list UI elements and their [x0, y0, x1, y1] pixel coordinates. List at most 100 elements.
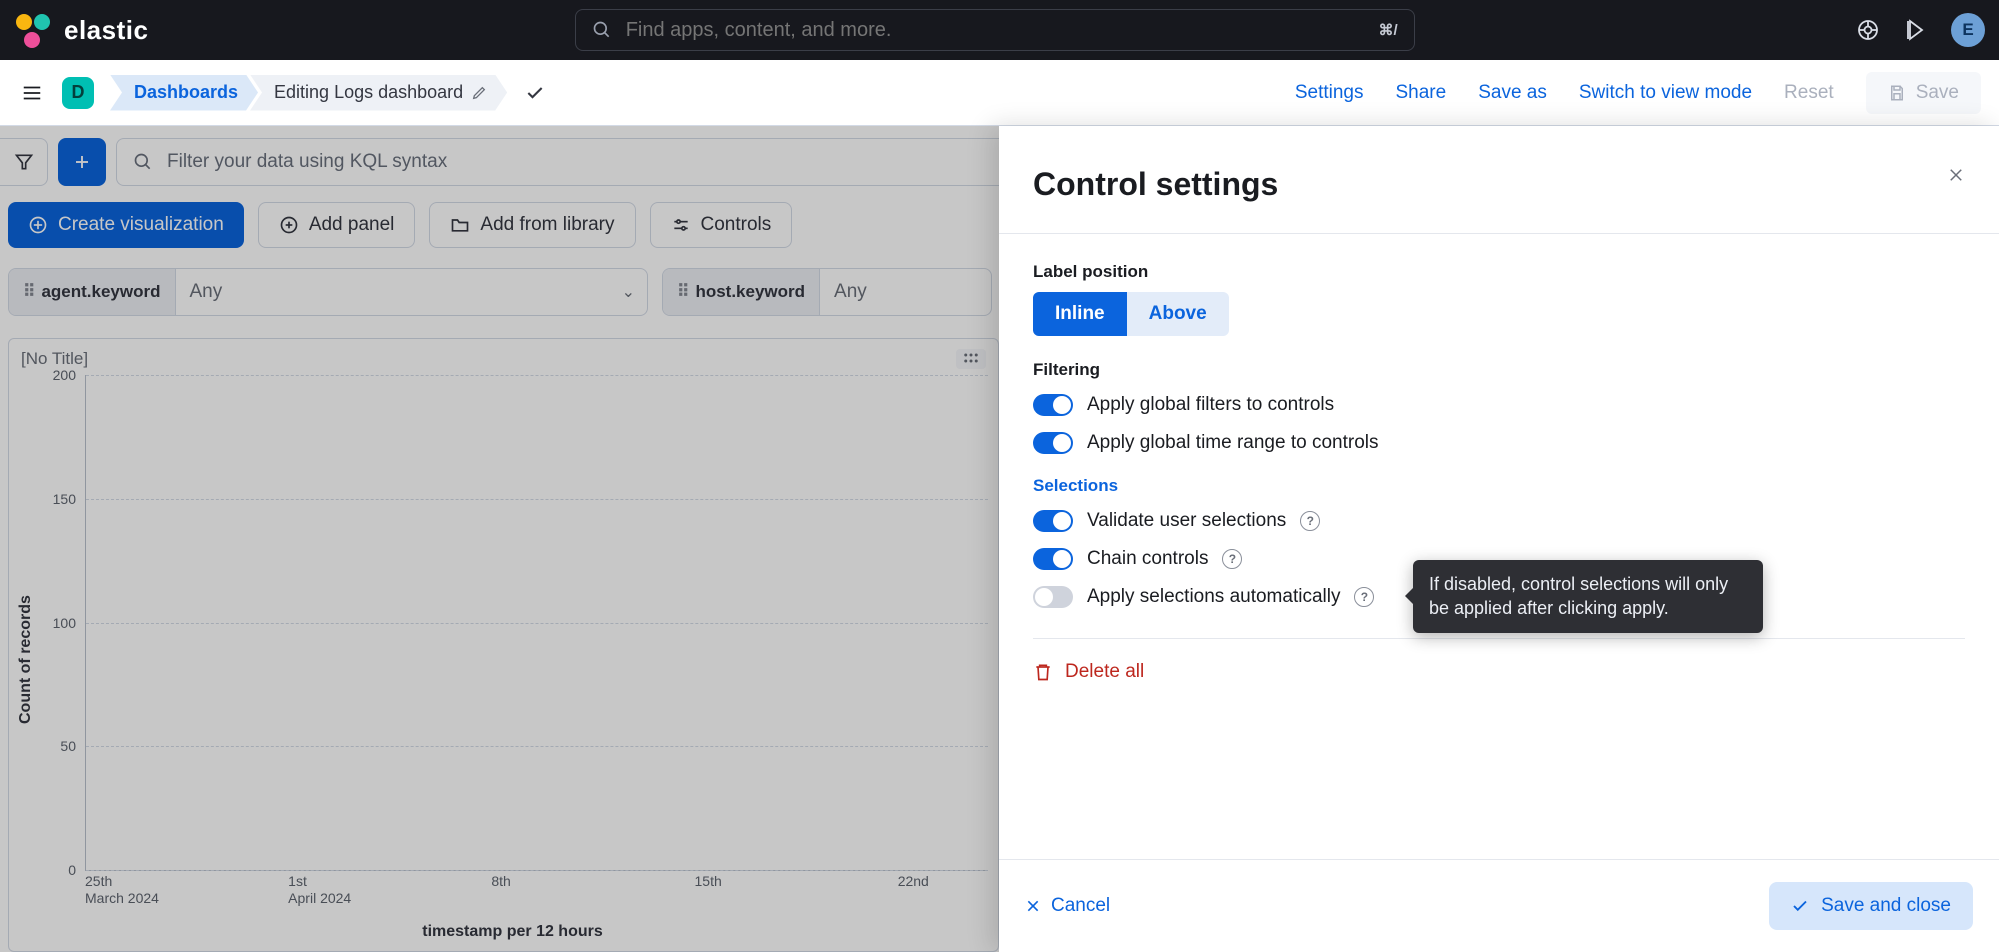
filter-icon-button[interactable]: [0, 138, 48, 186]
flyout-title: Control settings: [1033, 166, 1278, 203]
switch-apply-global-filters[interactable]: [1033, 394, 1073, 416]
share-link[interactable]: Share: [1396, 82, 1447, 104]
breadcrumb-current[interactable]: Editing Logs dashboard: [250, 75, 507, 111]
cancel-label: Cancel: [1051, 895, 1110, 917]
controls-button[interactable]: Controls: [650, 202, 793, 248]
control-label[interactable]: ⠿ agent.keyword: [9, 269, 176, 315]
control-label-text: host.keyword: [695, 282, 805, 302]
x-tick: 1stApril 2024: [288, 873, 351, 907]
elastic-logo-icon: [14, 12, 50, 48]
toggle-apply-global-filters: Apply global filters to controls: [1033, 386, 1965, 424]
check-icon: [1791, 897, 1809, 915]
plot-area: 050100150200: [85, 375, 988, 871]
close-icon[interactable]: [1947, 166, 1965, 184]
help-icon[interactable]: [1855, 17, 1881, 43]
news-icon[interactable]: [1903, 17, 1929, 43]
delete-all-label: Delete all: [1065, 661, 1144, 683]
divider: [1033, 638, 1965, 639]
controls-label: Controls: [701, 214, 772, 236]
chevron-down-icon: ⌄: [610, 282, 647, 302]
y-axis-label: Count of records: [15, 375, 37, 945]
add-panel-label: Add panel: [309, 214, 395, 236]
switch-validate-selections[interactable]: [1033, 510, 1073, 532]
y-tick: 200: [53, 367, 76, 383]
cancel-button[interactable]: Cancel: [1025, 895, 1110, 917]
delete-all-button[interactable]: Delete all: [1033, 661, 1965, 683]
label-position-inline[interactable]: Inline: [1033, 292, 1127, 336]
settings-link[interactable]: Settings: [1295, 82, 1364, 104]
dashboard-canvas: Filter your data using KQL syntax Create…: [0, 126, 999, 952]
pencil-icon: [471, 85, 487, 101]
selections-section-title[interactable]: Selections: [1033, 476, 1965, 496]
breadcrumb-current-label: Editing Logs dashboard: [274, 82, 463, 103]
toggle-label: Apply global filters to controls: [1087, 394, 1334, 416]
y-tick: 0: [68, 862, 76, 878]
toggle-apply-global-time: Apply global time range to controls: [1033, 424, 1965, 462]
label-position-above[interactable]: Above: [1127, 292, 1229, 336]
flyout-footer: Cancel Save and close: [999, 859, 1999, 952]
x-tick: 8th: [491, 873, 510, 890]
toggle-apply-auto: Apply selections automatically ? If disa…: [1033, 578, 1965, 616]
controls-row: ⠿agent.keyword Any ⌄ ⠿host.keyword Any: [0, 248, 999, 316]
x-axis: 25thMarch 20241stApril 20248th15th22nd: [85, 871, 988, 923]
global-search-input[interactable]: [626, 19, 1365, 42]
tooltip: If disabled, control selections will onl…: [1413, 560, 1763, 633]
plus-icon: [73, 153, 91, 171]
add-from-library-button[interactable]: Add from library: [429, 202, 635, 248]
help-tooltip-icon[interactable]: ?: [1354, 587, 1374, 607]
create-visualization-button[interactable]: Create visualization: [8, 202, 244, 248]
switch-apply-auto[interactable]: [1033, 586, 1073, 608]
y-tick: 50: [60, 738, 76, 754]
visualization-panel: [No Title] Count of records 050100150200…: [8, 338, 999, 952]
x-tick: 25thMarch 2024: [85, 873, 159, 907]
reset-link[interactable]: Reset: [1784, 82, 1834, 104]
save-button[interactable]: Save: [1866, 72, 1981, 114]
global-search[interactable]: ⌘/: [575, 9, 1415, 51]
panel-menu-icon[interactable]: [956, 349, 986, 369]
save-and-close-button[interactable]: Save and close: [1769, 882, 1973, 930]
control-host-keyword[interactable]: ⠿host.keyword Any: [662, 268, 992, 316]
y-tick: 150: [53, 491, 76, 507]
switch-chain-controls[interactable]: [1033, 548, 1073, 570]
breadcrumb-dashboards[interactable]: Dashboards: [110, 75, 258, 111]
control-settings-flyout: Control settings Label position Inline A…: [999, 126, 1999, 952]
search-icon: [592, 20, 612, 40]
kql-placeholder: Filter your data using KQL syntax: [167, 151, 447, 173]
toggle-label: Apply global time range to controls: [1087, 432, 1379, 454]
save-as-link[interactable]: Save as: [1478, 82, 1547, 104]
grip-icon: ⠿: [23, 282, 33, 302]
create-visualization-label: Create visualization: [58, 214, 224, 236]
add-panel-button[interactable]: Add panel: [258, 202, 416, 248]
check-icon[interactable]: [525, 83, 545, 103]
app-badge[interactable]: D: [62, 77, 94, 109]
panel-title: [No Title]: [21, 349, 88, 369]
search-shortcut: ⌘/: [1379, 21, 1398, 39]
filter-icon: [14, 152, 34, 172]
nav-toggle-icon[interactable]: [18, 79, 46, 107]
sliders-icon: [671, 215, 691, 235]
grip-icon: ⠿: [677, 282, 687, 302]
switch-view-link[interactable]: Switch to view mode: [1579, 82, 1752, 104]
user-avatar[interactable]: E: [1951, 13, 1985, 47]
close-icon: [1025, 898, 1041, 914]
lens-icon: [28, 215, 48, 235]
brand-name: elastic: [64, 15, 148, 46]
x-axis-label: timestamp per 12 hours: [37, 923, 988, 945]
add-from-library-label: Add from library: [480, 214, 614, 236]
help-tooltip-icon[interactable]: ?: [1222, 549, 1242, 569]
control-label-text: agent.keyword: [41, 282, 160, 302]
label-position-group: Inline Above: [1033, 292, 1229, 336]
trash-icon: [1033, 662, 1053, 682]
control-label[interactable]: ⠿ host.keyword: [663, 269, 820, 315]
kql-input[interactable]: Filter your data using KQL syntax: [116, 138, 999, 186]
x-tick: 15th: [695, 873, 722, 890]
toggle-label: Chain controls: [1087, 548, 1208, 570]
help-tooltip-icon[interactable]: ?: [1300, 511, 1320, 531]
add-filter-button[interactable]: [58, 138, 106, 186]
search-icon: [133, 152, 153, 172]
switch-apply-global-time[interactable]: [1033, 432, 1073, 454]
global-header: elastic ⌘/ E: [0, 0, 1999, 60]
toggle-label: Apply selections automatically: [1087, 586, 1340, 608]
control-agent-keyword[interactable]: ⠿agent.keyword Any ⌄: [8, 268, 648, 316]
breadcrumb: Dashboards Editing Logs dashboard: [110, 75, 507, 111]
